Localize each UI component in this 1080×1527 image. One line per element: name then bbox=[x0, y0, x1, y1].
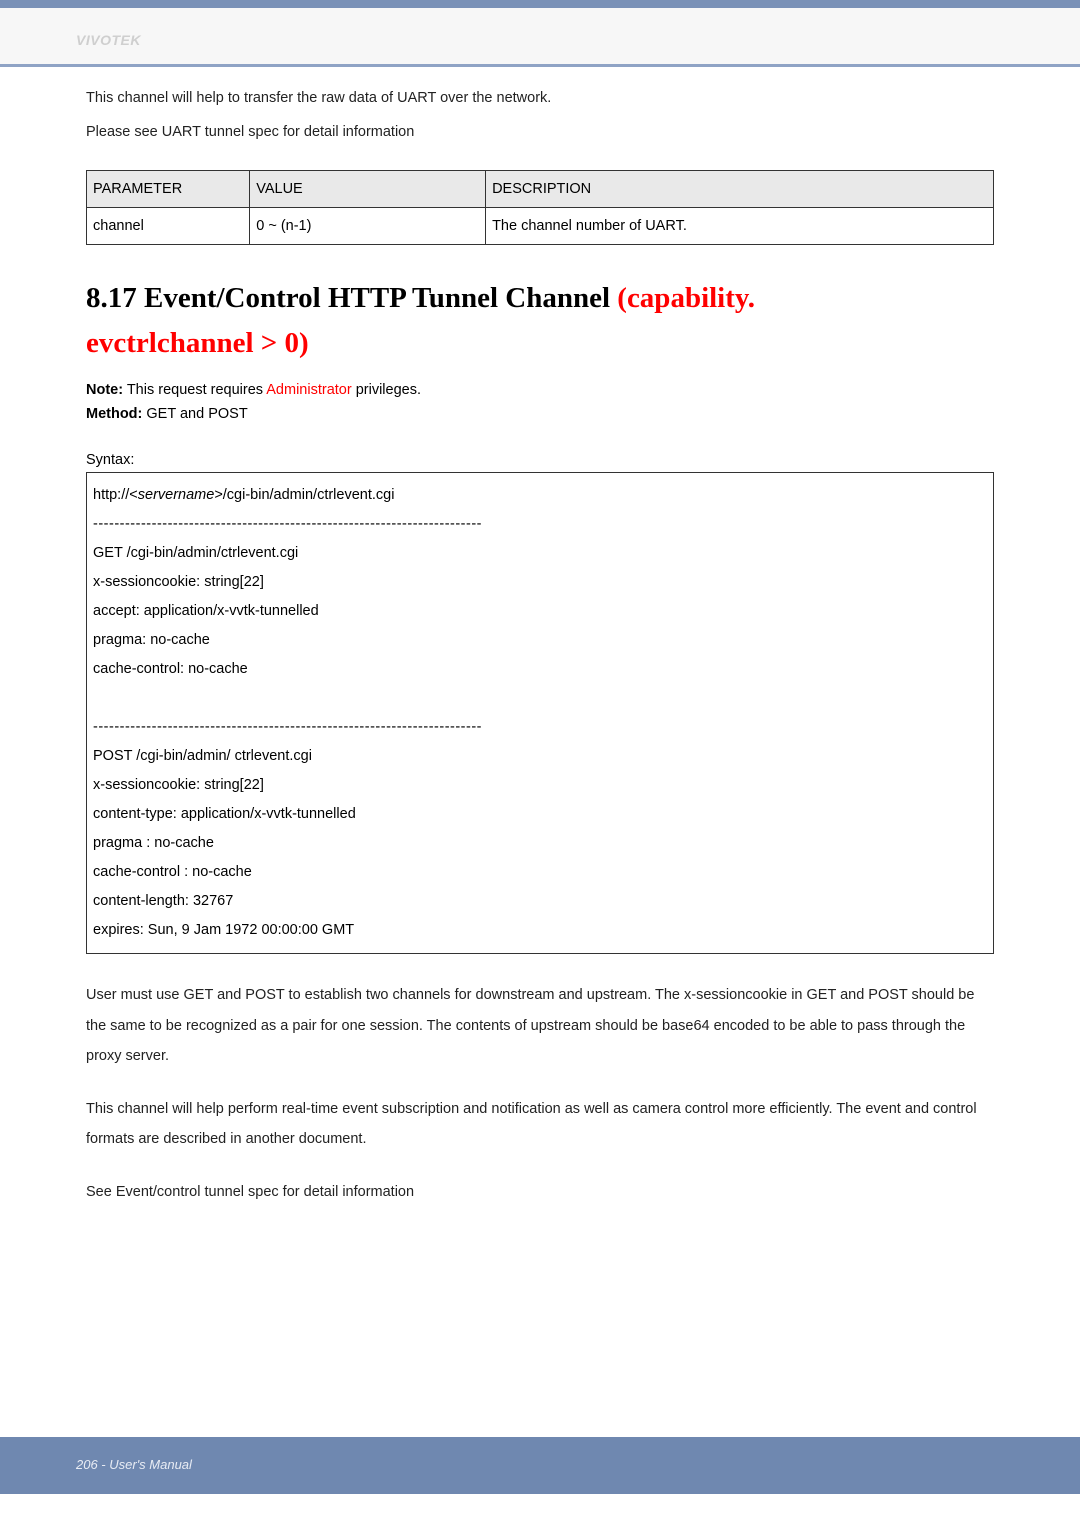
note-after: privileges. bbox=[352, 382, 421, 398]
code-get-1: GET /cgi-bin/admin/ctrlevent.cgi bbox=[93, 539, 987, 568]
post-paragraphs: User must use GET and POST to establish … bbox=[86, 980, 994, 1207]
code-get-2: x-sessioncookie: string[22] bbox=[93, 568, 987, 597]
cell-value: 0 ~ (n-1) bbox=[250, 208, 486, 245]
code-get-3: accept: application/x-vvtk-tunnelled bbox=[93, 597, 987, 626]
section-heading: 8.17 Event/Control HTTP Tunnel Channel (… bbox=[86, 275, 994, 321]
code-blank bbox=[93, 684, 987, 713]
col-description: DESCRIPTION bbox=[486, 171, 994, 208]
method-line: Method: GET and POST bbox=[86, 406, 994, 422]
cell-desc: The channel number of UART. bbox=[486, 208, 994, 245]
code-post-4: pragma : no-cache bbox=[93, 829, 987, 858]
code-url: http://<servername>/cgi-bin/admin/ctrlev… bbox=[93, 481, 987, 510]
col-value: VALUE bbox=[250, 171, 486, 208]
code-get-5: cache-control: no-cache bbox=[93, 655, 987, 684]
method-label: Method: bbox=[86, 406, 142, 422]
table-row: channel 0 ~ (n-1) The channel number of … bbox=[87, 208, 994, 245]
note-line: Note: This request requires Administrato… bbox=[86, 382, 994, 398]
header-strip: VIVOTEK bbox=[0, 8, 1080, 64]
method-value: GET and POST bbox=[142, 406, 247, 422]
cell-param: channel bbox=[87, 208, 250, 245]
code-sep-2: ----------------------------------------… bbox=[93, 713, 987, 742]
post-para-2: This channel will help perform real-time… bbox=[86, 1094, 994, 1155]
syntax-label: Syntax: bbox=[86, 452, 994, 468]
brand-logo: VIVOTEK bbox=[76, 32, 141, 48]
heading-black: 8.17 Event/Control HTTP Tunnel Channel bbox=[86, 282, 617, 314]
post-para-3: See Event/control tunnel spec for detail… bbox=[86, 1177, 994, 1207]
note-red: Administrator bbox=[266, 382, 351, 398]
intro-line-1: This channel will help to transfer the r… bbox=[86, 85, 994, 113]
code-post-3: content-type: application/x-vvtk-tunnell… bbox=[93, 800, 987, 829]
page-footer: 206 - User's Manual bbox=[0, 1437, 1080, 1494]
intro-line-2: Please see UART tunnel spec for detail i… bbox=[86, 119, 994, 147]
parameters-table: PARAMETER VALUE DESCRIPTION channel 0 ~ … bbox=[86, 170, 994, 245]
col-parameter: PARAMETER bbox=[87, 171, 250, 208]
code-post-6: content-length: 32767 bbox=[93, 887, 987, 916]
heading-red-2: evctrlchannel > 0) bbox=[86, 327, 994, 360]
syntax-code-box: http://<servername>/cgi-bin/admin/ctrlev… bbox=[86, 472, 994, 954]
url-post: >/cgi-bin/admin/ctrlevent.cgi bbox=[214, 487, 394, 503]
post-para-1: User must use GET and POST to establish … bbox=[86, 980, 994, 1071]
heading-red-1: (capability. bbox=[617, 282, 755, 314]
url-pre: http://< bbox=[93, 487, 138, 503]
code-post-7: expires: Sun, 9 Jam 1972 00:00:00 GMT bbox=[93, 916, 987, 945]
code-post-2: x-sessioncookie: string[22] bbox=[93, 771, 987, 800]
page-content: This channel will help to transfer the r… bbox=[0, 67, 1080, 1437]
url-servername: servername bbox=[138, 487, 215, 503]
code-post-5: cache-control : no-cache bbox=[93, 858, 987, 887]
top-border bbox=[0, 0, 1080, 8]
code-get-4: pragma: no-cache bbox=[93, 626, 987, 655]
footer-text: 206 - User's Manual bbox=[76, 1457, 192, 1472]
note-label: Note: bbox=[86, 382, 123, 398]
table-header-row: PARAMETER VALUE DESCRIPTION bbox=[87, 171, 994, 208]
note-before: This request requires bbox=[123, 382, 266, 398]
code-sep-1: ----------------------------------------… bbox=[93, 510, 987, 539]
code-post-1: POST /cgi-bin/admin/ ctrlevent.cgi bbox=[93, 742, 987, 771]
